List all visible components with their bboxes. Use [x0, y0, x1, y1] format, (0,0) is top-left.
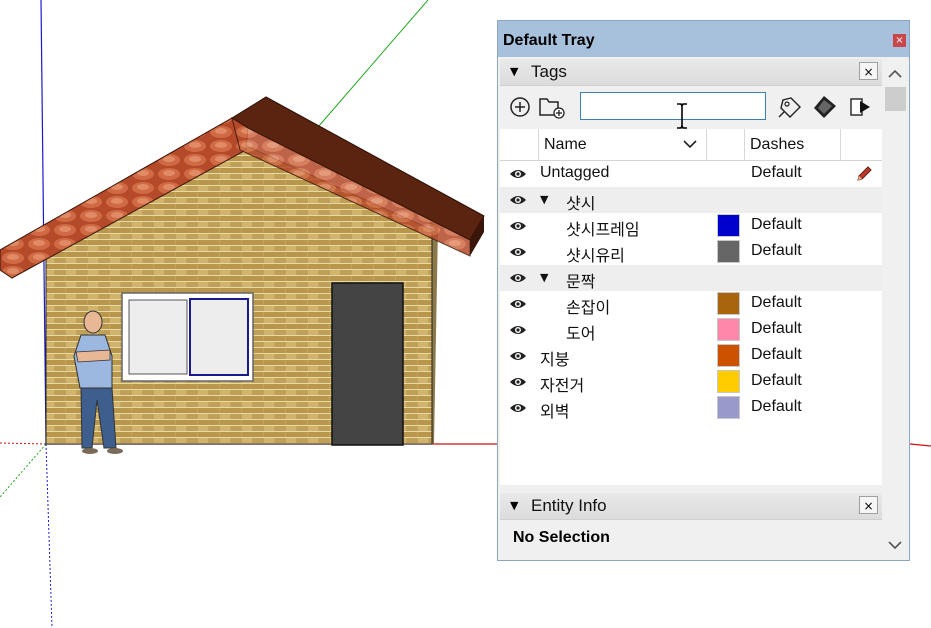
tag-row[interactable]: 외벽 Default — [500, 395, 882, 421]
tag-dashes[interactable]: Default — [751, 216, 802, 234]
visibility-eye-icon[interactable] — [509, 402, 527, 414]
visibility-eye-icon[interactable] — [509, 324, 527, 336]
tag-row[interactable]: 지붕 Default — [500, 343, 882, 369]
window-pane-left — [128, 299, 188, 375]
entity-info-body: No Selection — [500, 521, 882, 557]
tag-row[interactable]: 샷시프레임 Default — [500, 213, 882, 239]
tray-title-bar[interactable]: Default Tray × — [498, 21, 909, 57]
blue-axis-dotted — [45, 443, 53, 628]
color-by-tag-icon[interactable] — [811, 93, 839, 121]
scrollbar-thumb[interactable] — [885, 87, 906, 111]
collapse-triangle-icon[interactable]: ▼ — [510, 65, 518, 78]
tag-search-input[interactable] — [580, 92, 766, 120]
scroll-up-icon[interactable] — [888, 69, 902, 78]
tag-dashes[interactable]: Default — [751, 346, 802, 364]
tag-dashes[interactable]: Default — [751, 242, 802, 260]
window-pane-right — [189, 298, 249, 376]
tray-close-button[interactable]: × — [893, 34, 906, 47]
tag-name[interactable]: 샷시유리 — [566, 242, 625, 266]
folder-name[interactable]: 문짝 — [566, 268, 595, 292]
selection-status: No Selection — [513, 529, 610, 546]
red-axis-dotted — [0, 442, 47, 445]
tag-color-swatch[interactable] — [717, 344, 740, 367]
entity-info-close-button[interactable]: × — [859, 496, 878, 514]
tag-row[interactable]: 샷시유리 Default — [500, 239, 882, 265]
tag-dashes[interactable]: Default — [751, 294, 802, 312]
folder-name[interactable]: 샷시 — [566, 190, 595, 214]
tag-color-swatch[interactable] — [717, 318, 740, 341]
tag-dashes[interactable]: Default — [751, 398, 802, 416]
tag-name[interactable]: 외벽 — [540, 398, 569, 422]
tag-row-untagged[interactable]: Untagged Default — [500, 161, 882, 187]
scroll-down-icon[interactable] — [888, 541, 902, 550]
column-header-dashes[interactable]: Dashes — [744, 129, 841, 160]
folder-collapse-icon[interactable]: ▼ — [540, 271, 548, 284]
column-header-name[interactable]: Name — [538, 129, 707, 160]
tag-tool-icon[interactable] — [776, 93, 804, 121]
visibility-eye-icon[interactable] — [509, 298, 527, 310]
green-axis-dotted — [0, 443, 47, 498]
blue-axis — [40, 0, 47, 445]
door — [331, 282, 404, 446]
visibility-eye-icon[interactable] — [509, 350, 527, 362]
tags-list: Untagged Default ▼ 샷시 샷시프레임 Default 샷시유리… — [500, 161, 882, 485]
tag-name[interactable]: 지붕 — [540, 346, 569, 370]
add-folder-icon[interactable] — [538, 93, 566, 121]
column-header-active — [840, 129, 883, 160]
tag-row[interactable]: 도어 Default — [500, 317, 882, 343]
add-tag-icon[interactable] — [506, 93, 534, 121]
tag-dashes[interactable]: Default — [751, 372, 802, 390]
visibility-eye-icon[interactable] — [509, 220, 527, 232]
tag-name[interactable]: 도어 — [566, 320, 595, 344]
visibility-eye-icon[interactable] — [509, 272, 527, 284]
column-label-dashes: Dashes — [750, 136, 805, 153]
chevron-down-icon[interactable] — [682, 139, 698, 149]
tags-panel-header[interactable]: ▼ Tags × — [500, 59, 882, 86]
tag-color-swatch[interactable] — [717, 214, 740, 237]
tag-row[interactable]: 자전거 Default — [500, 369, 882, 395]
entity-info-title: Entity Info — [531, 496, 607, 515]
tag-name[interactable]: 자전거 — [540, 372, 584, 396]
visibility-eye-icon[interactable] — [509, 376, 527, 388]
tag-folder-row[interactable]: ▼ 샷시 — [500, 187, 882, 213]
visibility-eye-icon[interactable] — [509, 168, 527, 180]
tag-name[interactable]: Untagged — [540, 164, 609, 182]
active-tag-pencil-icon — [857, 166, 872, 181]
tag-color-swatch[interactable] — [717, 240, 740, 263]
column-header-color[interactable] — [706, 129, 745, 160]
visibility-eye-icon[interactable] — [509, 194, 527, 206]
tags-panel-close-button[interactable]: × — [859, 62, 878, 80]
tray-title: Default Tray — [503, 32, 595, 49]
tag-name[interactable]: 손잡이 — [566, 294, 610, 318]
folder-collapse-icon[interactable]: ▼ — [540, 193, 548, 206]
tag-color-swatch[interactable] — [717, 396, 740, 419]
text-cursor-icon — [677, 103, 687, 129]
tag-dashes[interactable]: Default — [751, 320, 802, 338]
entity-info-panel-header[interactable]: ▼ Entity Info × — [500, 493, 882, 520]
tag-row[interactable]: 손잡이 Default — [500, 291, 882, 317]
tags-list-header: Name Dashes — [500, 129, 882, 161]
tag-folder-row[interactable]: ▼ 문짝 — [500, 265, 882, 291]
visibility-eye-icon[interactable] — [509, 246, 527, 258]
tray-scrollbar[interactable] — [882, 59, 908, 556]
tags-panel-title: Tags — [531, 62, 567, 81]
tag-color-swatch[interactable] — [717, 370, 740, 393]
tag-dashes[interactable]: Default — [751, 164, 802, 182]
tag-name[interactable]: 샷시프레임 — [566, 216, 640, 240]
green-axis — [317, 0, 429, 128]
details-arrow-icon[interactable] — [847, 93, 875, 121]
default-tray: Default Tray × ▼ Tags × Name Dashes Unta… — [497, 20, 910, 561]
tag-color-swatch[interactable] — [717, 292, 740, 315]
column-label-name: Name — [544, 136, 587, 153]
collapse-triangle-icon[interactable]: ▼ — [510, 499, 518, 512]
